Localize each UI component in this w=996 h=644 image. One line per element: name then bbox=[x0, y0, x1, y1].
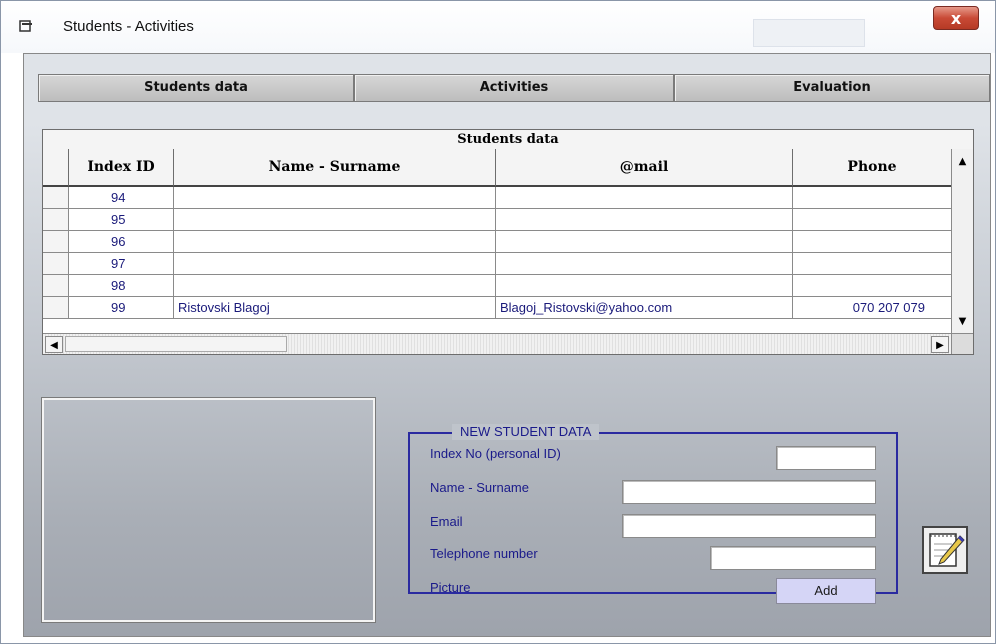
arrow-up-icon[interactable]: ▲ bbox=[952, 153, 973, 171]
arrow-right-icon[interactable]: ▶ bbox=[931, 336, 949, 353]
grid-caption: Students data bbox=[43, 130, 973, 150]
row-selector[interactable] bbox=[43, 187, 69, 209]
row-selector-header bbox=[43, 149, 69, 187]
name-cell[interactable] bbox=[174, 209, 496, 231]
column-header-email[interactable]: @mail bbox=[496, 149, 793, 187]
column-header-phone[interactable]: Phone bbox=[793, 149, 951, 187]
window-icon bbox=[19, 20, 32, 32]
row-selector[interactable] bbox=[43, 297, 69, 319]
index-cell[interactable]: 95 bbox=[69, 209, 174, 231]
telephone-label: Telephone number bbox=[430, 546, 538, 561]
horizontal-scrollbar[interactable]: ◀ ▶ bbox=[43, 333, 951, 354]
form-client-area: Students data Activities Evaluation Stud… bbox=[23, 53, 991, 637]
table-row[interactable]: 99 Ristovski Blagoj Blagoj_Ristovski@yah… bbox=[43, 297, 951, 319]
notepad-button[interactable] bbox=[922, 526, 968, 574]
title-bar[interactable]: Students - Activities x bbox=[1, 1, 995, 53]
row-selector[interactable] bbox=[43, 209, 69, 231]
students-grid[interactable]: Students data Index ID Name - Surname @m… bbox=[42, 129, 974, 355]
email-cell[interactable] bbox=[496, 253, 793, 275]
index-no-input[interactable] bbox=[776, 446, 876, 470]
table-row[interactable]: 94 bbox=[43, 187, 951, 209]
index-cell[interactable]: 98 bbox=[69, 275, 174, 297]
email-cell[interactable] bbox=[496, 209, 793, 231]
arrow-left-icon[interactable]: ◀ bbox=[45, 336, 63, 353]
scrollbar-corner bbox=[951, 333, 973, 354]
phone-cell[interactable] bbox=[793, 209, 951, 231]
horizontal-scroll-thumb[interactable] bbox=[65, 336, 287, 352]
email-cell[interactable] bbox=[496, 275, 793, 297]
name-cell[interactable] bbox=[174, 187, 496, 209]
column-header-index-id[interactable]: Index ID bbox=[69, 149, 174, 187]
table-row[interactable]: 98 bbox=[43, 275, 951, 297]
name-surname-input[interactable] bbox=[622, 480, 876, 504]
name-cell[interactable] bbox=[174, 275, 496, 297]
phone-cell[interactable] bbox=[793, 275, 951, 297]
index-no-label: Index No (personal ID) bbox=[430, 446, 561, 461]
email-input[interactable] bbox=[622, 514, 876, 538]
index-cell[interactable]: 96 bbox=[69, 231, 174, 253]
new-student-groupbox: NEW STUDENT DATA Index No (personal ID) … bbox=[408, 424, 898, 604]
telephone-input[interactable] bbox=[710, 546, 876, 570]
table-row[interactable]: 97 bbox=[43, 253, 951, 275]
row-selector[interactable] bbox=[43, 231, 69, 253]
add-button[interactable]: Add bbox=[776, 578, 876, 604]
email-cell[interactable]: Blagoj_Ristovski@yahoo.com bbox=[496, 297, 793, 319]
column-header-name-surname[interactable]: Name - Surname bbox=[174, 149, 496, 187]
row-selector[interactable] bbox=[43, 275, 69, 297]
name-cell[interactable] bbox=[174, 231, 496, 253]
index-cell[interactable]: 94 bbox=[69, 187, 174, 209]
table-row[interactable]: 95 bbox=[43, 209, 951, 231]
tab-bar: Students data Activities Evaluation bbox=[38, 74, 990, 102]
phone-cell[interactable] bbox=[793, 253, 951, 275]
row-selector[interactable] bbox=[43, 253, 69, 275]
email-cell[interactable] bbox=[496, 231, 793, 253]
name-cell[interactable] bbox=[174, 253, 496, 275]
tab-activities[interactable]: Activities bbox=[354, 74, 674, 102]
tab-evaluation[interactable]: Evaluation bbox=[674, 74, 990, 102]
window-title: Students - Activities bbox=[63, 18, 194, 35]
index-cell[interactable]: 97 bbox=[69, 253, 174, 275]
phone-cell[interactable] bbox=[793, 231, 951, 253]
name-surname-label: Name - Surname bbox=[430, 480, 529, 495]
groupbox-legend: NEW STUDENT DATA bbox=[452, 424, 600, 440]
student-picture-frame bbox=[41, 397, 376, 623]
notepad-pen-icon bbox=[929, 533, 965, 567]
picture-label: Picture bbox=[430, 580, 471, 595]
email-label: Email bbox=[430, 514, 463, 529]
tab-students-data[interactable]: Students data bbox=[38, 74, 354, 102]
close-button[interactable]: x bbox=[933, 6, 979, 30]
background-window-fragment bbox=[753, 19, 865, 47]
table-row[interactable]: 96 bbox=[43, 231, 951, 253]
index-cell[interactable]: 99 bbox=[69, 297, 174, 319]
email-cell[interactable] bbox=[496, 187, 793, 209]
name-cell[interactable]: Ristovski Blagoj bbox=[174, 297, 496, 319]
phone-cell[interactable]: 070 207 079 bbox=[793, 297, 951, 319]
vertical-scrollbar[interactable]: ▲ ▼ bbox=[951, 149, 973, 333]
main-window: Students - Activities x Students data Ac… bbox=[0, 0, 996, 644]
arrow-down-icon[interactable]: ▼ bbox=[952, 313, 973, 331]
phone-cell[interactable] bbox=[793, 187, 951, 209]
